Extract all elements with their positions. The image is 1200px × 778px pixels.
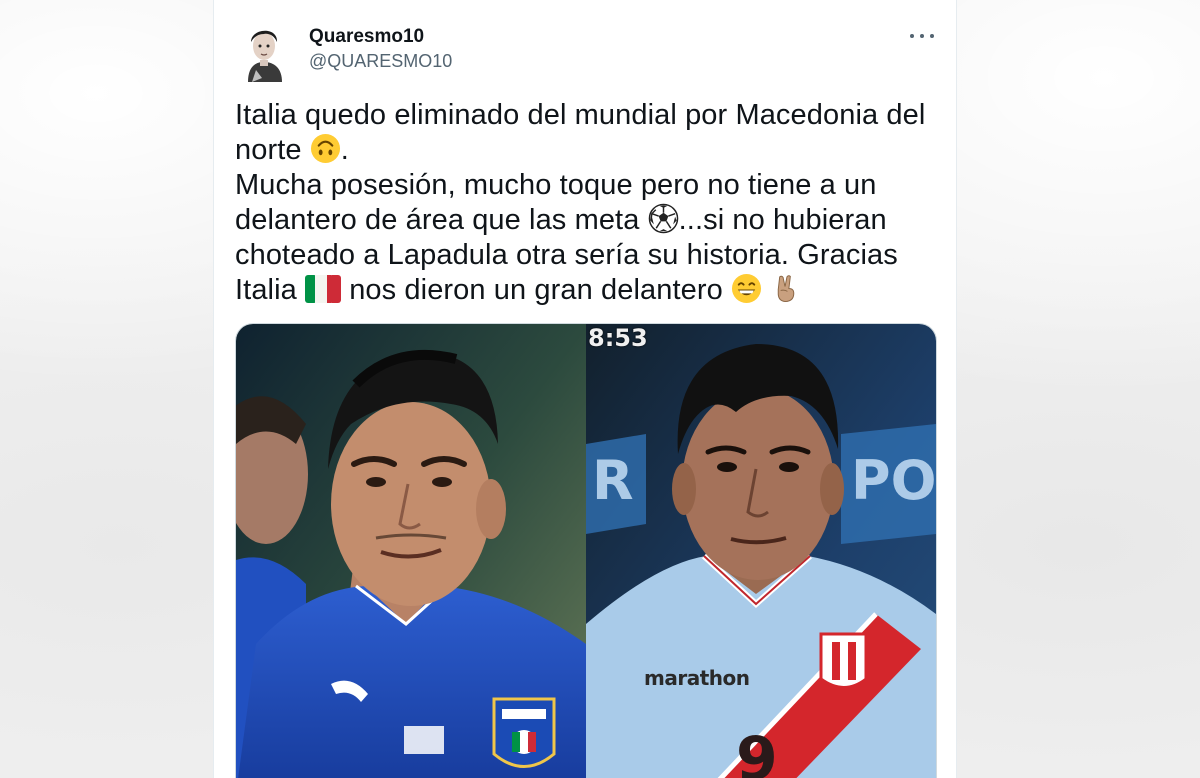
svg-text:R: R xyxy=(592,449,634,512)
tweet-line: delantero de área que las meta ...si no … xyxy=(235,203,935,238)
tweet-line: Italia quedo eliminado del mundial por M… xyxy=(235,99,926,131)
tweet-line: Mucha posesión, mucho toque pero no tien… xyxy=(235,169,877,201)
tweet-text-segment: ...si no hubieran xyxy=(678,204,887,236)
jersey-sponsor-text: marathon xyxy=(644,666,750,690)
tweet-line: Italia nos dieron un gran delantero xyxy=(235,273,935,308)
tweet-text-segment: Italia xyxy=(235,274,297,306)
tweet-card[interactable]: Quaresmo10 @QUARESMO10 Italia quedo elim… xyxy=(214,0,956,778)
user-handle[interactable]: @QUARESMO10 xyxy=(309,51,452,72)
grinning-face-icon xyxy=(731,273,762,304)
svg-text:9: 9 xyxy=(736,724,778,778)
tweet-text-segment: delantero de área que las meta xyxy=(235,204,640,236)
scoreboard-time: 8:53 xyxy=(588,324,648,352)
player-italy-photo[interactable] xyxy=(236,324,586,778)
player-peru-photo[interactable]: PO R 9 8:53 marathon xyxy=(586,324,936,778)
svg-text:PO: PO xyxy=(851,449,936,512)
tweet-text-segment: nos dieron un gran delantero xyxy=(349,274,723,306)
more-options-icon[interactable] xyxy=(910,26,934,46)
victory-hand-icon xyxy=(777,275,795,303)
avatar[interactable] xyxy=(234,20,294,82)
italy-flag-icon xyxy=(305,275,342,303)
tweet-text-segment: . xyxy=(340,134,349,166)
display-name[interactable]: Quaresmo10 xyxy=(309,26,424,48)
tweet-line: norte . xyxy=(235,133,935,168)
tweet-media[interactable]: PO R 9 8:53 marathon xyxy=(235,323,937,778)
tweet-line: choteado a Lapadula otra sería su histor… xyxy=(235,239,898,271)
tweet-text: Italia quedo eliminado del mundial por M… xyxy=(235,98,935,308)
tweet-text-segment: norte xyxy=(235,134,302,166)
upside-down-face-icon xyxy=(310,133,340,164)
soccer-ball-icon xyxy=(648,203,678,234)
